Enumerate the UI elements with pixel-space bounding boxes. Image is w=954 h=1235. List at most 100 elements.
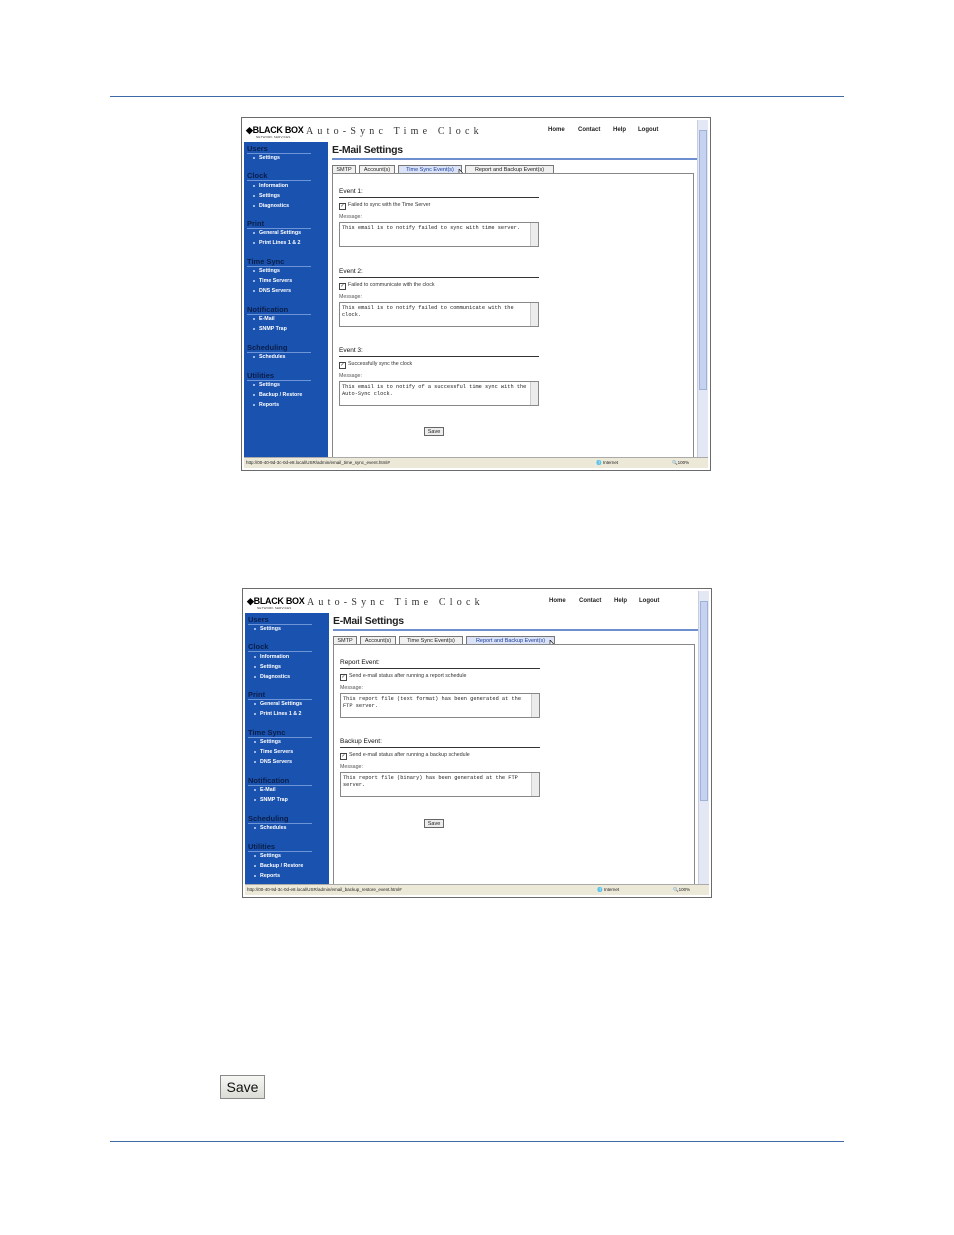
sidebar-item-email[interactable]: E-Mail (253, 316, 275, 322)
checkbox-checked-icon[interactable]: ✓ (340, 674, 347, 681)
nav-logout[interactable]: Logout (639, 598, 659, 604)
sidebar-item-clock-diagnostics[interactable]: Diagnostics (252, 203, 289, 209)
sidebar-divider (247, 314, 311, 315)
status-url: http://00-40-9d-3c-0d-e8.local/USR/admin… (246, 460, 390, 465)
sidebar-item-timesync-settings[interactable]: Settings (253, 268, 280, 274)
main-content: E-Mail Settings SMTP Account(s) Time Syn… (331, 613, 699, 885)
app-header: ◆BLACK BOX NETWORK SERVICES Auto-Sync Ti… (244, 120, 698, 142)
sidebar-divider (247, 153, 311, 154)
sidebar-item-print-lines[interactable]: Print Lines 1 & 2 (253, 240, 301, 246)
sidebar-item-print-lines[interactable]: Print Lines 1 & 2 (254, 711, 302, 717)
sidebar-item-users-settings[interactable]: Settings (253, 155, 280, 161)
vertical-scrollbar[interactable] (698, 591, 709, 885)
sidebar-group-users: Users (247, 144, 268, 153)
tab-smtp[interactable]: SMTP (332, 165, 356, 173)
sidebar-group-time-sync: Time Sync (248, 728, 286, 737)
sidebar-item-backup-restore[interactable]: Backup / Restore (253, 863, 303, 869)
tab-report-backup-events[interactable]: Report and Backup Event(s) (465, 165, 554, 173)
sidebar-item-clock-information[interactable]: Information (252, 183, 288, 189)
checkbox-checked-icon[interactable]: ✓ (339, 362, 346, 369)
sidebar-item-timesync-settings[interactable]: Settings (254, 739, 281, 745)
sidebar-group-clock: Clock (247, 171, 268, 180)
checkbox-checked-icon[interactable]: ✓ (340, 753, 347, 760)
sidebar-item-backup-restore[interactable]: Backup / Restore (252, 392, 302, 398)
sidebar-item-time-servers[interactable]: Time Servers (252, 278, 292, 284)
header-rule (110, 96, 844, 97)
backup-event-title: Backup Event: (340, 738, 382, 745)
scrollbar-thumb[interactable] (699, 130, 707, 390)
event-2-message-textarea[interactable]: This email is to notify failed to commun… (339, 302, 539, 327)
nav-contact[interactable]: Contact (579, 598, 601, 604)
nav-home[interactable]: Home (548, 127, 565, 133)
report-event-message-textarea[interactable]: This report file (text format) has been … (340, 693, 540, 718)
event-2-divider (339, 277, 539, 278)
save-button[interactable]: Save (424, 427, 444, 436)
nav-contact[interactable]: Contact (578, 127, 600, 133)
sidebar-item-email[interactable]: E-Mail (254, 787, 276, 793)
sidebar-item-utilities-settings[interactable]: Settings (254, 853, 281, 859)
tab-report-backup-events[interactable]: Report and Backup Event(s) (466, 636, 555, 644)
sidebar-item-users-settings[interactable]: Settings (254, 626, 281, 632)
backup-event-checkbox[interactable]: ✓ Send e-mail status after running a back… (340, 752, 470, 760)
scrollbar-thumb[interactable] (700, 601, 708, 801)
nav-help[interactable]: Help (613, 127, 626, 133)
page-title: E-Mail Settings (333, 615, 404, 627)
report-event-checkbox-label: Send e-mail status after running a repor… (349, 673, 467, 679)
nav-logout[interactable]: Logout (638, 127, 658, 133)
sidebar-item-snmp-trap[interactable]: SNMP Trap (254, 797, 288, 803)
sidebar-item-schedules[interactable]: Schedules (254, 825, 287, 831)
app-header: ◆BLACK BOX NETWORK SERVICES Auto-Sync Ti… (245, 591, 699, 613)
status-zoom[interactable]: 🔍100% (673, 885, 690, 895)
backup-event-message-textarea[interactable]: This report file (binary) has been gener… (340, 772, 540, 797)
report-event-checkbox[interactable]: ✓ Send e-mail status after running a repo… (340, 673, 466, 681)
sidebar-item-time-servers[interactable]: Time Servers (253, 749, 293, 755)
event-1-message-textarea[interactable]: This email is to notify failed to sync w… (339, 222, 539, 247)
nav-home[interactable]: Home (549, 598, 566, 604)
tab-time-sync-events[interactable]: Time Sync Event(s) (398, 165, 462, 173)
sidebar-item-reports[interactable]: Reports (253, 873, 280, 879)
sidebar-group-notification: Notification (247, 305, 289, 314)
sidebar-item-dns-servers[interactable]: DNS Servers (253, 759, 292, 765)
checkbox-checked-icon[interactable]: ✓ (339, 283, 346, 290)
sidebar-divider (248, 699, 312, 700)
event-1-message-label: Message: (339, 214, 362, 220)
tab-time-sync-events[interactable]: Time Sync Event(s) (399, 636, 463, 644)
event-2-checkbox[interactable]: ✓ Failed to communicate with the clock (339, 282, 435, 290)
sidebar-divider (248, 851, 312, 852)
checkbox-checked-icon[interactable]: ✓ (339, 203, 346, 210)
sidebar-item-clock-settings[interactable]: Settings (254, 664, 281, 670)
sidebar-item-snmp-trap[interactable]: SNMP Trap (253, 326, 287, 332)
sidebar-item-clock-settings[interactable]: Settings (253, 193, 280, 199)
sidebar-item-utilities-settings[interactable]: Settings (253, 382, 280, 388)
sidebar-item-reports[interactable]: Reports (252, 402, 279, 408)
sidebar-divider (248, 624, 312, 625)
event-3-message-textarea[interactable]: This email is to notify of a successful … (339, 381, 539, 406)
nav-help[interactable]: Help (614, 598, 627, 604)
sidebar-group-utilities: Utilities (248, 842, 276, 851)
save-button-illustration[interactable]: Save (220, 1075, 265, 1099)
sidebar-divider (248, 651, 312, 652)
title-underline (332, 158, 698, 160)
status-zoom[interactable]: 🔍100% (672, 458, 689, 468)
tab-smtp[interactable]: SMTP (333, 636, 357, 644)
event-3-checkbox[interactable]: ✓ Successfully sync the clock (339, 361, 412, 369)
sidebar-item-clock-diagnostics[interactable]: Diagnostics (253, 674, 290, 680)
event-1-checkbox[interactable]: ✓ Failed to sync with the Time Server (339, 202, 430, 210)
report-event-title: Report Event: (340, 659, 380, 666)
app-title: Auto-Sync Time Clock (306, 126, 483, 137)
tab-accounts[interactable]: Account(s) (359, 165, 395, 173)
tab-panel: Event 1: ✓ Failed to sync with the Time S… (332, 173, 694, 458)
sidebar-item-print-general[interactable]: General Settings (252, 230, 301, 236)
vertical-scrollbar[interactable] (697, 120, 708, 458)
report-event-divider (340, 668, 540, 669)
sidebar-item-clock-information[interactable]: Information (253, 654, 289, 660)
main-content: E-Mail Settings SMTP Account(s) Time Syn… (330, 142, 698, 458)
save-button[interactable]: Save (424, 819, 444, 828)
sidebar-group-users: Users (248, 615, 269, 624)
sidebar-item-print-general[interactable]: General Settings (253, 701, 302, 707)
brand-logo-subtitle: NETWORK SERVICES (257, 606, 292, 610)
sidebar-item-dns-servers[interactable]: DNS Servers (252, 288, 291, 294)
backup-event-message-label: Message: (340, 764, 363, 770)
sidebar-item-schedules[interactable]: Schedules (253, 354, 286, 360)
tab-accounts[interactable]: Account(s) (360, 636, 396, 644)
